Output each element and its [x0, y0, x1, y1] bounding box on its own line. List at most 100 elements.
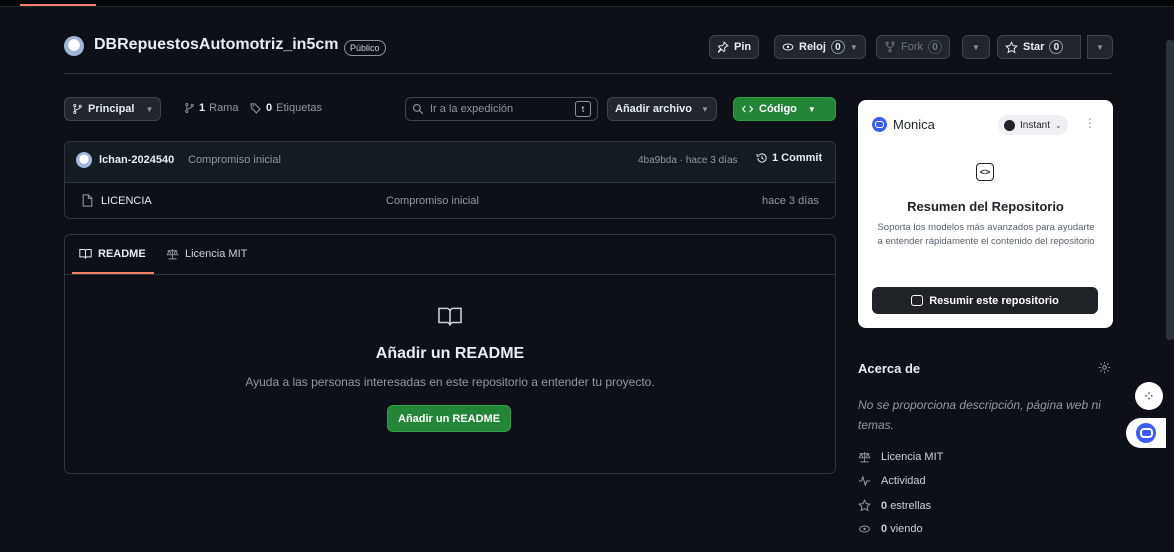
- gear-icon[interactable]: [1098, 361, 1111, 374]
- commit-hash-time[interactable]: 4ba9bda · hace 3 días: [638, 155, 738, 166]
- watch-count: 0: [830, 40, 845, 54]
- chevron-down-icon: ⌄: [1055, 120, 1062, 130]
- visibility-badge: Público: [344, 40, 386, 56]
- chevron-down-icon: ▼: [849, 42, 858, 52]
- commit-author-avatar[interactable]: [76, 152, 92, 168]
- more-options-icon[interactable]: ⋮: [1084, 116, 1096, 130]
- branch-icon: [184, 102, 195, 114]
- scale-icon: [166, 248, 179, 260]
- tags-link[interactable]: 0 Etiquetas: [250, 102, 322, 114]
- monica-panel: Monica Instant ⌄ ⋮ <> Resumen del Reposi…: [858, 100, 1113, 328]
- about-stars-label: estrellas: [890, 499, 932, 512]
- tab-readme-label: README: [98, 248, 146, 260]
- header-divider: [64, 73, 1112, 74]
- fork-button[interactable]: Fork 0: [876, 35, 950, 59]
- star-icon: [858, 499, 871, 512]
- file-row[interactable]: LICENCIA: [82, 194, 152, 207]
- add-readme-label: Añadir un README: [398, 412, 501, 425]
- commit-message[interactable]: Compromiso inicial: [188, 154, 281, 166]
- file-icon: [82, 194, 93, 207]
- branch-icon: [72, 103, 83, 115]
- about-watching-link[interactable]: 0 viendo: [858, 523, 923, 535]
- code-icon: <>: [976, 163, 994, 181]
- tag-icon: [250, 102, 262, 114]
- monica-logo-icon: [1136, 423, 1156, 443]
- extension-apps-button[interactable]: ⁘: [1135, 382, 1163, 410]
- commits-link[interactable]: 1 Commit: [756, 152, 822, 164]
- fork-icon: [884, 41, 896, 53]
- about-license-label: Licencia MIT: [881, 451, 944, 463]
- apps-icon: ⁘: [1143, 387, 1155, 404]
- monica-description: Soporta los modelos más avanzados para a…: [877, 222, 1095, 247]
- star-label: Star: [1023, 41, 1045, 53]
- branches-count: 1: [199, 102, 206, 114]
- code-button[interactable]: Código ▼: [733, 97, 836, 121]
- add-readme-button[interactable]: Añadir un README: [387, 405, 512, 432]
- fork-label: Fork: [901, 41, 923, 53]
- pin-button[interactable]: Pin: [709, 35, 760, 59]
- file-commit-message[interactable]: Compromiso inicial: [386, 195, 479, 207]
- watch-label: Reloj: [799, 41, 826, 53]
- summarize-repo-button[interactable]: Resumir este repositorio: [872, 287, 1098, 314]
- tags-label: Etiquetas: [276, 102, 322, 114]
- monica-title: Resumen del Repositorio: [907, 199, 1064, 214]
- scrollbar[interactable]: [1166, 40, 1174, 340]
- file-commit-time: hace 3 días: [762, 195, 819, 207]
- tags-count: 0: [266, 102, 273, 114]
- about-stars-link[interactable]: 0 estrellas: [858, 499, 931, 512]
- chevron-down-icon: ▼: [1096, 42, 1104, 52]
- tab-license[interactable]: Licencia MIT: [166, 248, 247, 260]
- repo-name[interactable]: DBRepuestosAutomotriz_in5cm: [94, 36, 338, 54]
- monica-mode-select[interactable]: Instant ⌄: [998, 115, 1068, 135]
- star-button[interactable]: Star 0: [997, 35, 1081, 59]
- pulse-icon: [858, 475, 871, 487]
- commits-count: 1 Commit: [772, 152, 823, 164]
- add-file-button[interactable]: Añadir archivo ▼: [607, 97, 717, 121]
- pin-label: Pin: [734, 41, 752, 53]
- eye-icon: [782, 41, 794, 53]
- monica-brand-name: Monica: [893, 117, 935, 132]
- star-count: 0: [1049, 40, 1064, 54]
- book-icon: [79, 248, 92, 260]
- branch-selector[interactable]: Principal ▼: [64, 97, 162, 121]
- chevron-down-icon: ▼: [145, 104, 154, 114]
- about-watching-label: viendo: [890, 523, 923, 535]
- branches-link[interactable]: 1 Rama: [184, 102, 238, 114]
- star-icon: [1005, 40, 1018, 54]
- about-watching-count: 0: [881, 523, 888, 535]
- readme-tabs-divider: [65, 274, 835, 275]
- code-icon: [741, 103, 754, 115]
- star-dropdown-button[interactable]: ▼: [1087, 35, 1113, 59]
- monica-brand: Monica: [872, 117, 935, 132]
- tab-license-label: Licencia MIT: [185, 248, 248, 260]
- top-nav-strip: [0, 0, 1174, 7]
- branch-name: Principal: [88, 103, 135, 115]
- about-description: No se proporciona descripción, página we…: [858, 398, 1101, 432]
- pin-icon: [717, 41, 729, 53]
- branches-label: Rama: [209, 102, 239, 114]
- about-heading: Acerca de: [858, 361, 921, 376]
- search-shortcut-key: t: [575, 101, 591, 117]
- monica-float-button[interactable]: [1126, 418, 1166, 448]
- about-stars-count: 0: [881, 499, 888, 512]
- search-placeholder: Ir a la expedición: [430, 103, 514, 115]
- add-file-label: Añadir archivo: [615, 103, 693, 115]
- about-activity-label: Actividad: [881, 475, 926, 487]
- history-icon: [756, 152, 768, 164]
- tab-readme[interactable]: README: [79, 248, 146, 260]
- chevron-down-icon: ▼: [807, 104, 816, 114]
- go-to-file-search[interactable]: Ir a la expedición t: [405, 97, 598, 121]
- fork-dropdown-button[interactable]: ▼: [962, 35, 990, 59]
- readme-empty-title: Añadir un README: [375, 345, 525, 362]
- monica-mode-label: Instant: [1020, 119, 1051, 131]
- owner-avatar[interactable]: [64, 36, 84, 56]
- chevron-down-icon: ▼: [701, 104, 709, 114]
- eye-icon: [858, 523, 871, 535]
- watch-button[interactable]: Reloj 0 ▼: [774, 35, 866, 59]
- file-table: [64, 141, 836, 219]
- chevron-down-icon: ▼: [972, 42, 980, 52]
- file-name[interactable]: LICENCIA: [101, 195, 152, 207]
- commit-author[interactable]: lchan-2024540: [99, 154, 174, 166]
- about-activity-link[interactable]: Actividad: [858, 475, 926, 487]
- about-license-link[interactable]: Licencia MIT: [858, 451, 943, 463]
